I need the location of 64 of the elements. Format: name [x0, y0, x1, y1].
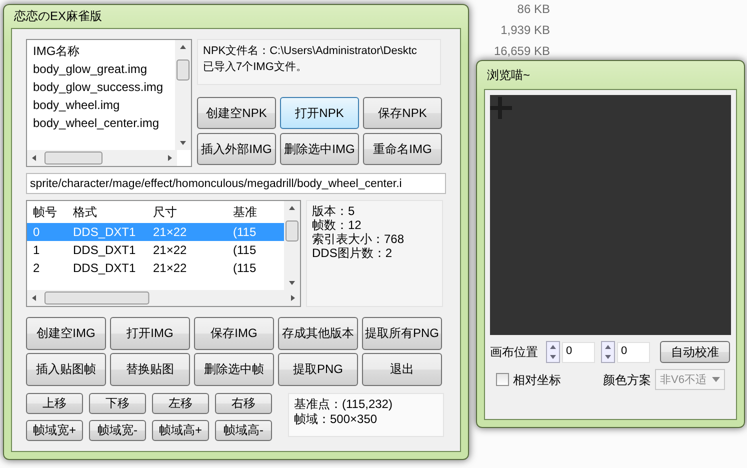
info-text: 已导入7个IMG文件。 [203, 60, 308, 75]
spinner-arrows-icon[interactable] [601, 341, 615, 363]
column-header: 帧号 [33, 204, 58, 220]
move-button[interactable]: 右移 [215, 393, 272, 414]
move-button[interactable]: 上移 [26, 393, 83, 414]
auto-align-button[interactable]: 自动校准 [660, 341, 730, 363]
img-button[interactable]: 删除选中帧 [194, 353, 274, 386]
img-button[interactable]: 打开IMG [110, 317, 190, 350]
img-button[interactable]: 退出 [362, 353, 442, 386]
info-text: 版本：5 [312, 204, 356, 218]
path-field[interactable]: sprite/character/mage/effect/homonculous/megadrill/body_wheel_center.i [26, 173, 446, 194]
crosshair-icon [490, 97, 512, 119]
npk-button[interactable]: 删除选中IMG [280, 133, 359, 165]
info-text: DDS图片数：2 [312, 246, 394, 260]
npk-button[interactable]: 打开NPK [280, 97, 359, 129]
file-size: 16,659 KB [494, 43, 550, 60]
field-label: 画布位置 [490, 344, 538, 361]
checkbox[interactable] [496, 373, 509, 386]
npk-button[interactable]: 插入外部IMG [197, 133, 276, 165]
img-button[interactable]: 创建空IMG [26, 317, 106, 350]
move-button[interactable]: 左移 [152, 393, 209, 414]
img-button[interactable]: 提取PNG [278, 353, 358, 386]
x-field[interactable]: 0 [562, 342, 595, 362]
npk-button[interactable]: 重命名IMG [363, 133, 442, 165]
info-text: 索引表大小：768 [312, 232, 406, 246]
list-item[interactable]: body_wheel.img [33, 96, 169, 114]
horizontal-scrollbar[interactable] [27, 150, 177, 166]
img-button[interactable]: 存成其他版本 [278, 317, 358, 350]
table-row[interactable]: 2 DDS_DXT1 21×22 (115 [27, 259, 286, 277]
field-label: 颜色方案 [603, 372, 651, 388]
move-button[interactable]: 下移 [89, 393, 146, 414]
table-row[interactable]: 1 DDS_DXT1 21×22 (115 [27, 241, 286, 259]
npk-button[interactable]: 保存NPK [363, 97, 442, 129]
spinner-arrows-icon[interactable] [546, 341, 560, 363]
npk-button[interactable]: 创建空NPK [197, 97, 276, 129]
move-button[interactable]: 帧域高- [215, 420, 272, 441]
info-text: 基准点：(115,232) [294, 397, 394, 412]
move-button[interactable]: 帧域宽- [89, 420, 146, 441]
vertical-scrollbar[interactable] [284, 201, 300, 290]
info-text: NPK文件名：C:\Users\Administrator\Desktc [203, 44, 418, 59]
column-header: IMG名称 [33, 43, 81, 60]
dropdown-arrow-icon [712, 377, 720, 382]
file-size: 86 KB [517, 1, 550, 18]
move-button[interactable]: 帧域宽+ [26, 420, 83, 441]
file-size: 1,939 KB [500, 22, 550, 39]
img-button[interactable]: 替换贴图 [110, 353, 190, 386]
list-item[interactable]: body_glow_success.img [33, 78, 169, 96]
column-header: 尺寸 [153, 204, 178, 220]
column-header: 格式 [73, 204, 98, 220]
checkbox-label: 相对坐标 [513, 372, 561, 388]
info-text: 帧域：500×350 [294, 412, 378, 427]
info-text: 帧数：12 [312, 218, 362, 232]
move-button[interactable]: 帧域高+ [152, 420, 209, 441]
horizontal-scrollbar[interactable] [27, 290, 300, 306]
window-title: 浏览喵~ [487, 66, 530, 84]
img-button[interactable]: 保存IMG [194, 317, 274, 350]
list-item[interactable]: body_wheel_center.img [33, 114, 169, 132]
vertical-scrollbar[interactable] [175, 40, 191, 150]
column-header: 基准 [233, 204, 258, 220]
img-button[interactable]: 提取所有PNG [362, 317, 442, 350]
list-item[interactable]: body_glow_great.img [33, 60, 169, 78]
window-title: 恋恋のEX麻雀版 [14, 8, 102, 25]
img-button[interactable]: 插入贴图帧 [26, 353, 106, 386]
y-field[interactable]: 0 [617, 342, 650, 362]
